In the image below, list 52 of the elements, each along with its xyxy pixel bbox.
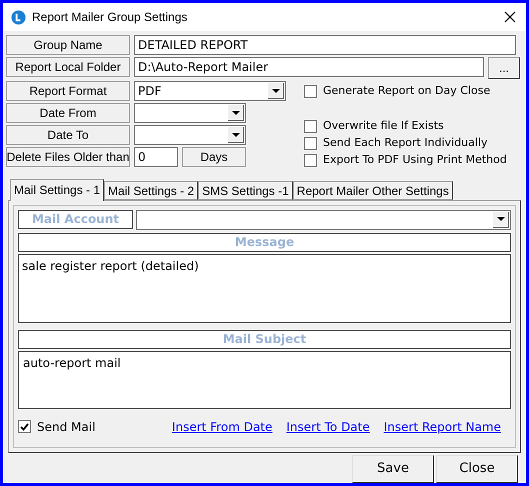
- window-title: Report Mailer Group Settings: [32, 9, 188, 26]
- checkbox[interactable]: [304, 137, 317, 150]
- input-field[interactable]: DETAILED REPORT: [134, 35, 516, 55]
- checkbox-label: Generate Report on Day Close: [323, 83, 490, 100]
- field-label: Date To: [6, 125, 130, 145]
- app-logo-icon: [11, 10, 26, 24]
- checkbox-label: Send Mail: [37, 418, 96, 436]
- checkbox[interactable]: [304, 154, 317, 167]
- insert-link[interactable]: Insert From Date: [172, 418, 272, 436]
- section-header: Mail Subject: [18, 330, 511, 349]
- checkmark-icon: [20, 422, 29, 431]
- tab[interactable]: Mail Settings - 2: [104, 180, 198, 200]
- section-header: Message: [18, 232, 511, 252]
- field-label: Report Local Folder: [6, 57, 130, 77]
- insert-link[interactable]: Insert To Date: [286, 418, 370, 436]
- dropdown-arrow-button[interactable]: [228, 105, 244, 121]
- dropdown-field[interactable]: PDF: [134, 81, 286, 101]
- unit-label: Days: [182, 147, 246, 167]
- caret-icon: [232, 110, 240, 114]
- dropdown-arrow-button[interactable]: [228, 127, 244, 143]
- browse-button[interactable]: ...: [488, 57, 520, 79]
- dropdown-arrow-button[interactable]: [268, 83, 284, 99]
- checkbox-label: Overwrite file If Exists: [323, 118, 444, 134]
- dropdown-arrow-button[interactable]: [493, 212, 509, 228]
- date-field[interactable]: [134, 103, 246, 123]
- tab[interactable]: SMS Settings -1: [198, 180, 293, 200]
- checkbox[interactable]: [304, 120, 317, 133]
- field-label: Date From: [6, 103, 130, 123]
- dialog-button[interactable]: Close: [436, 455, 518, 483]
- date-field[interactable]: [134, 125, 246, 145]
- dropdown-field[interactable]: [136, 210, 511, 230]
- input-field[interactable]: 0: [134, 147, 178, 167]
- checkbox[interactable]: [304, 85, 317, 98]
- checkbox-label: Export To PDF Using Print Method: [323, 152, 507, 168]
- subject-text-area[interactable]: auto-report mail: [18, 350, 511, 409]
- dialog-button[interactable]: Save: [352, 455, 434, 483]
- field-label: Group Name: [6, 35, 130, 55]
- close-icon[interactable]: [504, 11, 516, 23]
- field-label: Mail Account: [18, 210, 133, 229]
- input-field[interactable]: D:\Auto-Report Mailer: [134, 57, 484, 77]
- tab[interactable]: Mail Settings - 1: [10, 178, 104, 201]
- checkbox-label: Send Each Report Individually: [323, 135, 488, 152]
- field-label: Delete Files Older than: [6, 147, 130, 167]
- dropdown-value: PDF: [138, 83, 162, 100]
- checkbox[interactable]: [18, 420, 31, 434]
- message-text-area[interactable]: sale register report (detailed): [18, 254, 511, 323]
- tab[interactable]: Report Mailer Other Settings: [292, 180, 453, 200]
- field-label: Report Format: [6, 81, 130, 101]
- caret-icon: [272, 88, 280, 92]
- insert-link[interactable]: Insert Report Name: [384, 418, 501, 436]
- caret-icon: [232, 132, 240, 136]
- caret-icon: [496, 217, 504, 222]
